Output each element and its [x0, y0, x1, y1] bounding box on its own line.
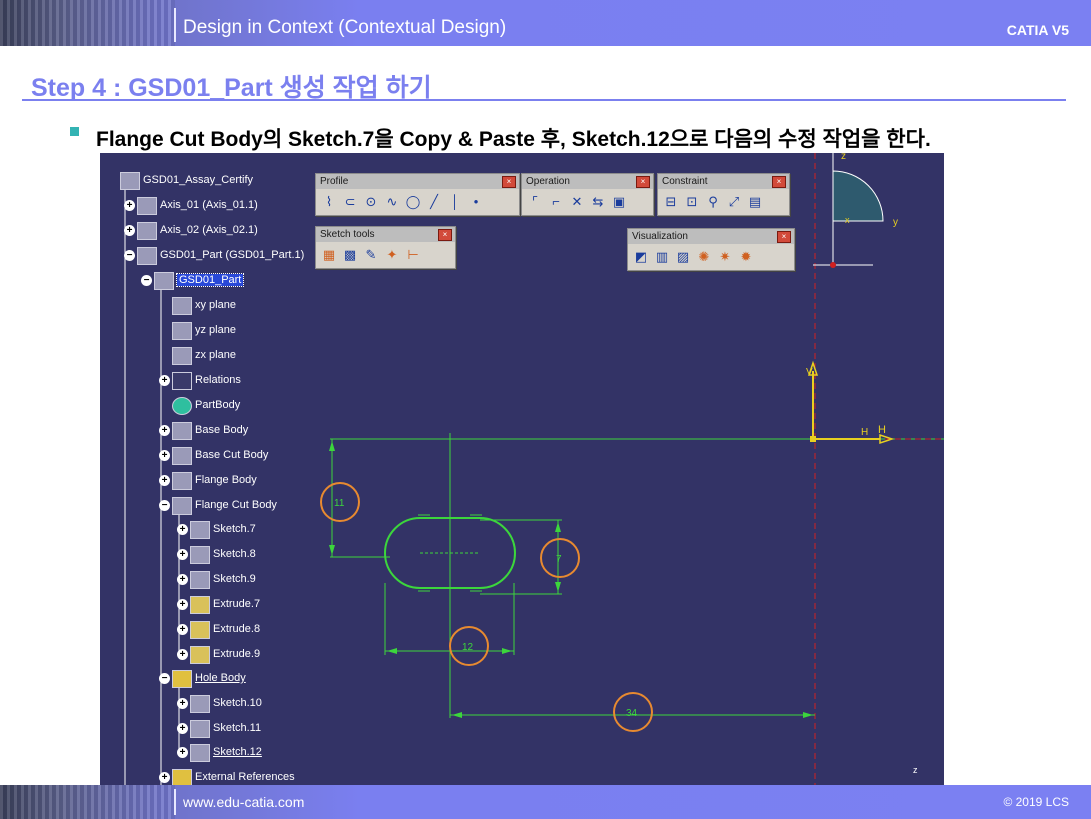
- corner-icon[interactable]: ⌜: [526, 193, 544, 211]
- corner-z-label: z: [913, 765, 918, 775]
- edit-multi-icon[interactable]: ▤: [746, 193, 764, 211]
- project-icon[interactable]: ▣: [610, 193, 628, 211]
- header-separator: [174, 8, 176, 42]
- footer-url[interactable]: www.edu-catia.com: [183, 794, 304, 810]
- constraints-visibility-icon[interactable]: ✹: [737, 248, 755, 266]
- construction-icon[interactable]: ✎: [362, 246, 380, 264]
- header-pattern: [0, 0, 175, 46]
- constraint-icon[interactable]: ⊡: [683, 193, 701, 211]
- constraint-toolbar: Constraint × ⊟ ⊡ ⚲ ⤢ ▤: [657, 173, 790, 216]
- normal-view-icon[interactable]: ◩: [632, 248, 650, 266]
- close-icon[interactable]: ×: [636, 176, 650, 188]
- line-icon[interactable]: ╱: [425, 193, 443, 211]
- catia-screenshot: GSD01_Assay_Certify + Axis_01 (Axis_01.1…: [100, 153, 944, 785]
- dimension-labels: 11 7 12 34 V H H z y x z: [320, 153, 918, 775]
- dim-label-7[interactable]: 7: [556, 554, 562, 565]
- profile-toolbar: Profile × ⌇ ⊂ ⊙ ∿ ◯ ╱ │ •: [315, 173, 520, 216]
- dim-label-11[interactable]: 11: [334, 498, 345, 509]
- cut-part-icon[interactable]: ▥: [653, 248, 671, 266]
- close-icon[interactable]: ×: [772, 176, 786, 188]
- oblong-icon[interactable]: ⊂: [341, 193, 359, 211]
- axis-icon[interactable]: │: [446, 193, 464, 211]
- h-axis-label: H: [861, 427, 868, 438]
- toolbar-title: Constraint: [662, 176, 708, 187]
- header-title: Design in Context (Contextual Design): [183, 17, 507, 38]
- dim-label-12[interactable]: 12: [462, 642, 474, 653]
- close-icon[interactable]: ×: [502, 176, 516, 188]
- footer-bar: www.edu-catia.com © 2019 LCS: [0, 785, 1091, 819]
- animate-icon[interactable]: ⤢: [725, 193, 743, 211]
- step-underline: [22, 99, 1066, 101]
- toolbar-title: Sketch tools: [320, 229, 375, 240]
- mirror-icon[interactable]: ⇆: [589, 193, 607, 211]
- compass-z-label: z: [841, 153, 846, 162]
- spline-icon[interactable]: ∿: [383, 193, 401, 211]
- ellipse-icon[interactable]: ◯: [404, 193, 422, 211]
- fix-icon[interactable]: ⚲: [704, 193, 722, 211]
- dimensional-constraint-icon[interactable]: ⊢: [404, 246, 422, 264]
- point-icon[interactable]: •: [467, 193, 485, 211]
- footer-pattern: [0, 785, 175, 819]
- visualization-toolbar: Visualization × ◩ ▥ ▨ ✺ ✷ ✹: [627, 228, 795, 271]
- v-axis-label: V: [806, 367, 813, 378]
- sketch-tools-toolbar: Sketch tools × ▦ ▩ ✎ ✦ ⊢: [315, 226, 456, 269]
- visualization-mode-icon[interactable]: ▨: [674, 248, 692, 266]
- trim-icon[interactable]: ✕: [568, 193, 586, 211]
- footer-separator: [174, 789, 176, 815]
- toolbar-title: Visualization: [632, 231, 688, 242]
- profile-icon[interactable]: ⌇: [320, 193, 338, 211]
- circle-icon[interactable]: ⊙: [362, 193, 380, 211]
- close-icon[interactable]: ×: [777, 231, 791, 243]
- snap-icon[interactable]: ▩: [341, 246, 359, 264]
- close-icon[interactable]: ×: [438, 229, 452, 241]
- compass-y-label: y: [893, 217, 898, 228]
- diagnostics-icon[interactable]: ✺: [695, 248, 713, 266]
- chamfer-icon[interactable]: ⌐: [547, 193, 565, 211]
- dim-label-34[interactable]: 34: [626, 708, 638, 719]
- bullet-icon: [70, 127, 79, 136]
- footer-copyright: © 2019 LCS: [1003, 795, 1069, 809]
- geometric-constraint-icon[interactable]: ✦: [383, 246, 401, 264]
- header-bar: Design in Context (Contextual Design) CA…: [0, 0, 1091, 46]
- h-axis-label-2: H: [878, 424, 886, 436]
- header-brand: CATIA V5: [1006, 22, 1069, 38]
- instruction-text: Flange Cut Body의 Sketch.7을 Copy & Paste …: [96, 128, 931, 151]
- grid-icon[interactable]: ▦: [320, 246, 338, 264]
- compass-x-label: x: [845, 215, 850, 225]
- operation-toolbar: Operation × ⌜ ⌐ ✕ ⇆ ▣: [521, 173, 654, 216]
- toolbar-title: Profile: [320, 176, 349, 187]
- toolbar-title: Operation: [526, 176, 570, 187]
- dimensions-icon[interactable]: ✷: [716, 248, 734, 266]
- constraint-dialog-icon[interactable]: ⊟: [662, 193, 680, 211]
